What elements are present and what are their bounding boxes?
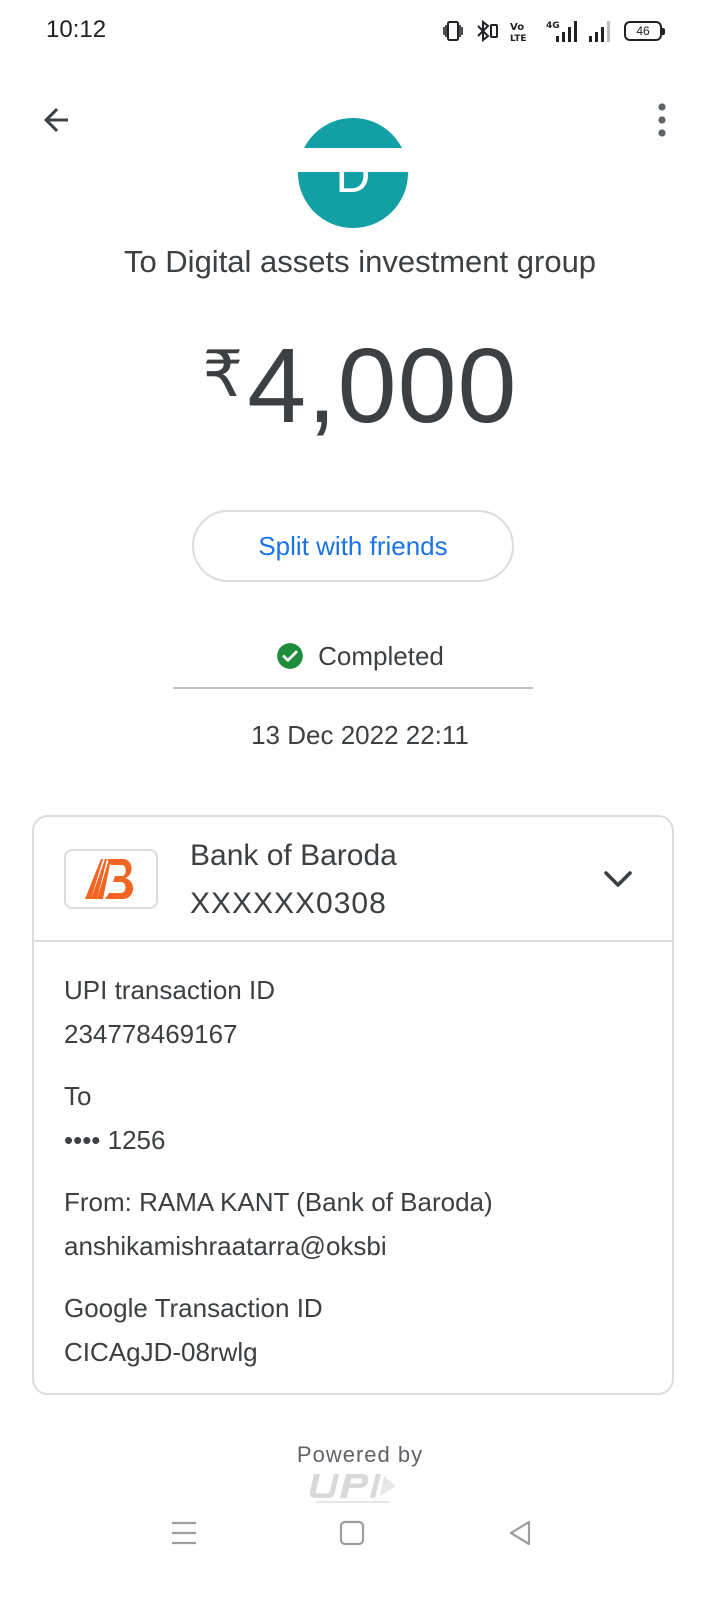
recents-button[interactable] bbox=[154, 1508, 214, 1558]
svg-text:Vo: Vo bbox=[510, 22, 524, 33]
detail-value: 234778469167 bbox=[64, 1019, 238, 1049]
amount-value: 4,000 bbox=[247, 327, 518, 445]
vibrate-icon bbox=[443, 21, 463, 41]
from-account: From: RAMA KANT (Bank of Baroda) anshika… bbox=[64, 1187, 493, 1261]
back-nav-button[interactable] bbox=[490, 1508, 550, 1558]
bank-of-baroda-logo-icon bbox=[85, 859, 134, 899]
square-icon bbox=[339, 1520, 365, 1546]
triangle-back-icon bbox=[509, 1520, 531, 1546]
upi-transaction-id: UPI transaction ID 234778469167 bbox=[64, 975, 275, 1049]
detail-label: From: RAMA KANT (Bank of Baroda) bbox=[64, 1187, 493, 1217]
recipient-avatar: D bbox=[298, 118, 408, 228]
detail-value: anshikamishraatarra@oksbi bbox=[64, 1231, 387, 1261]
split-with-friends-button[interactable]: Split with friends bbox=[192, 510, 514, 582]
chevron-down-icon[interactable] bbox=[600, 861, 636, 897]
google-transaction-id: Google Transaction ID CICAgJD-08rwlg bbox=[64, 1293, 323, 1367]
status-icons: Vo LTE 4G 46 bbox=[441, 16, 665, 46]
status-label: Completed bbox=[318, 640, 444, 671]
more-options-button[interactable] bbox=[640, 94, 684, 146]
divider bbox=[173, 687, 533, 689]
detail-value: CICAgJD-08rwlg bbox=[64, 1337, 258, 1367]
detail-label: UPI transaction ID bbox=[64, 975, 275, 1005]
detail-value: •••• 1256 bbox=[64, 1125, 166, 1155]
signal-4g-icon: 4G bbox=[546, 21, 577, 42]
transaction-details-card: Bank of Baroda XXXXXX0308 UPI transactio… bbox=[32, 815, 674, 1395]
bank-account-number: XXXXXX0308 bbox=[190, 887, 387, 920]
transaction-datetime: 13 Dec 2022 22:11 bbox=[251, 720, 469, 750]
signal-icon bbox=[589, 21, 610, 42]
bank-name: Bank of Baroda bbox=[190, 839, 397, 872]
payment-status: Completed bbox=[0, 636, 720, 676]
bluetooth-icon bbox=[477, 19, 498, 43]
payment-amount: ₹4,000 bbox=[0, 326, 720, 447]
volte-icon: Vo LTE bbox=[510, 22, 527, 43]
to-account: To •••• 1256 bbox=[64, 1081, 165, 1155]
menu-icon bbox=[172, 1521, 196, 1545]
battery-icon: 46 bbox=[624, 21, 665, 41]
powered-by-label: Powered by bbox=[296, 1442, 424, 1467]
arrow-back-icon bbox=[44, 108, 68, 132]
home-button[interactable] bbox=[322, 1508, 382, 1558]
bank-logo bbox=[64, 849, 158, 909]
svg-text:LTE: LTE bbox=[510, 34, 527, 43]
status-bar: 10:12 Vo LTE 4G 46 bbox=[0, 0, 720, 64]
back-button[interactable] bbox=[30, 94, 82, 146]
status-time: 10:12 bbox=[46, 16, 107, 43]
bank-account-row[interactable]: Bank of Baroda XXXXXX0308 bbox=[34, 817, 672, 942]
recipient-title: To Digital assets investment group bbox=[123, 244, 597, 279]
detail-label: Google Transaction ID bbox=[64, 1293, 323, 1323]
more-vertical-icon bbox=[658, 103, 666, 137]
currency-symbol: ₹ bbox=[202, 338, 244, 410]
system-nav-bar bbox=[0, 1500, 720, 1600]
detail-label: To bbox=[64, 1081, 92, 1111]
check-circle-icon bbox=[277, 643, 303, 669]
svg-text:4G: 4G bbox=[546, 21, 560, 31]
